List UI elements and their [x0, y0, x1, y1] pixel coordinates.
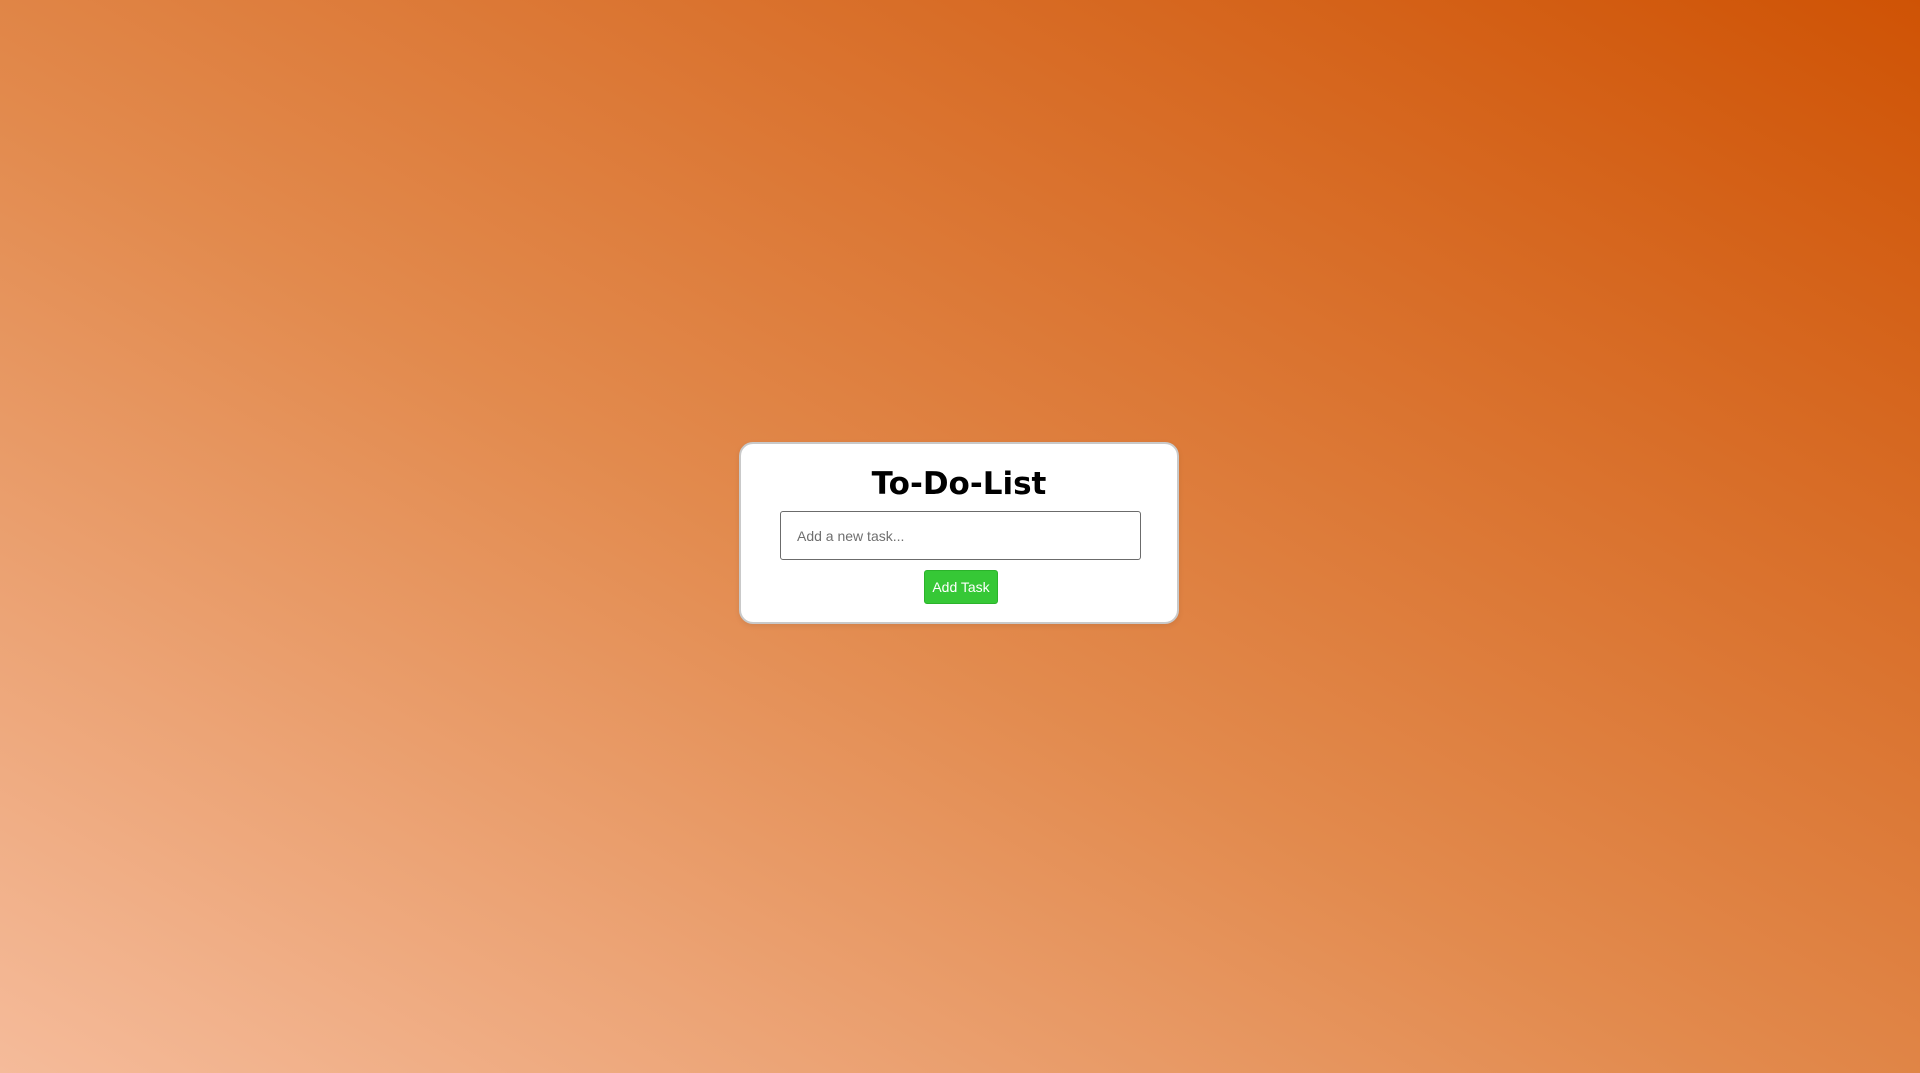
- new-task-input[interactable]: [780, 511, 1141, 560]
- todo-card: To-Do-List Add Task: [739, 442, 1179, 624]
- app-title: To-Do-List: [871, 466, 1047, 502]
- add-task-button[interactable]: Add Task: [924, 570, 998, 604]
